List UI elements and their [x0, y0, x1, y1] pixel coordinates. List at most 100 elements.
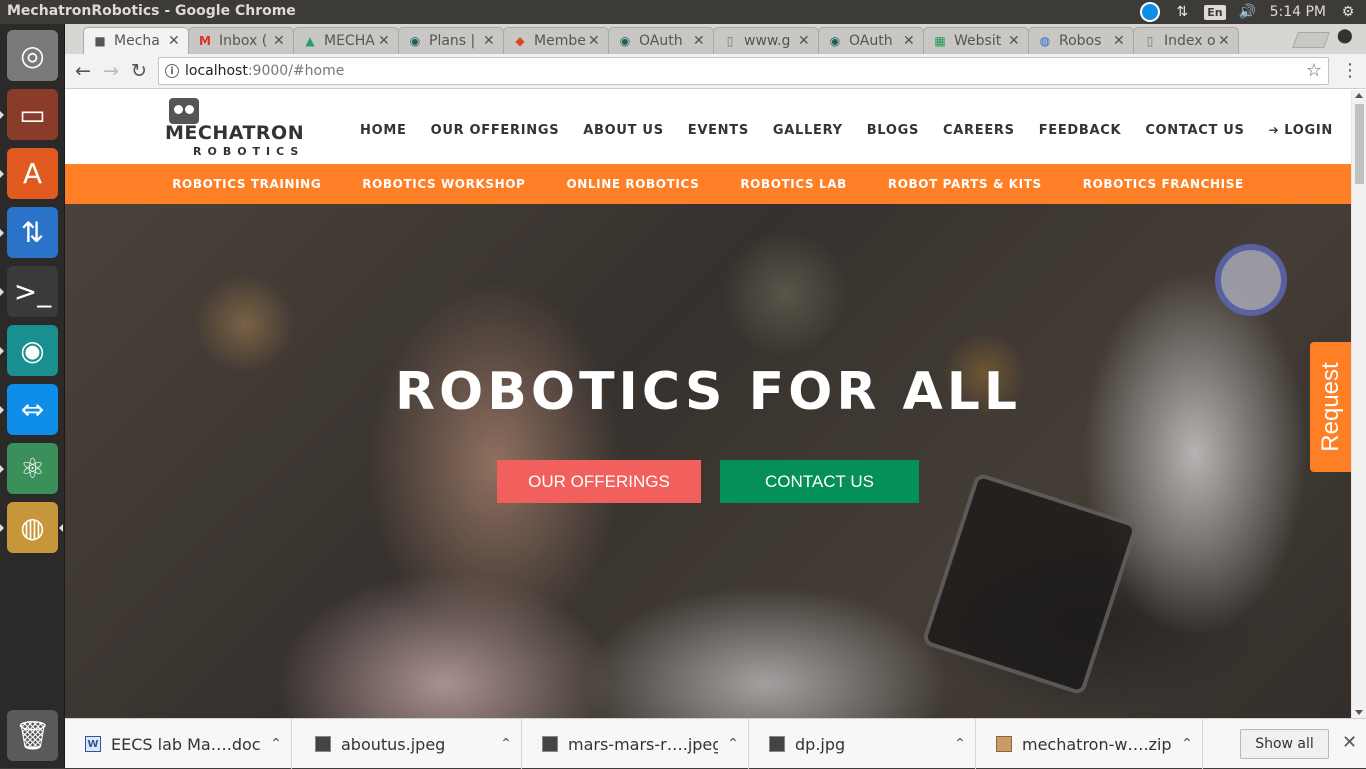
nav-events[interactable]: EVENTS: [688, 123, 749, 138]
browser-tab[interactable]: ▦ Websit ✕: [923, 27, 1029, 54]
teamviewer-tray-icon[interactable]: [1140, 2, 1161, 22]
trash-icon[interactable]: 🗑: [7, 710, 58, 761]
gear-icon[interactable]: ⚙: [1338, 2, 1358, 22]
tab-close-icon[interactable]: ✕: [588, 33, 602, 49]
chevron-up-icon[interactable]: ⌃: [261, 736, 291, 752]
transfer-icon[interactable]: ⇅: [7, 207, 58, 258]
nav-gallery[interactable]: GALLERY: [773, 123, 843, 138]
tab-close-icon[interactable]: ✕: [1008, 33, 1022, 49]
browser-tab[interactable]: ◉ Plans | ✕: [398, 27, 504, 54]
scrollbar-thumb[interactable]: [1355, 104, 1364, 184]
browser-tab[interactable]: ◉ OAuth ✕: [818, 27, 924, 54]
nav-about-us[interactable]: ABOUT US: [583, 123, 664, 138]
logo-word-robotics: ROBOTICS: [193, 145, 305, 158]
browser-tab[interactable]: ▯ Index o ✕: [1133, 27, 1239, 54]
browser-tab[interactable]: ◆ Membe ✕: [503, 27, 609, 54]
contact-us-button[interactable]: CONTACT US: [720, 460, 919, 503]
subnav-online-robotics[interactable]: ONLINE ROBOTICS: [566, 177, 699, 191]
clock[interactable]: 5:14 PM: [1270, 4, 1326, 20]
forward-button[interactable]: →: [99, 59, 123, 83]
download-item[interactable]: dp.jpg ⌃: [749, 719, 976, 769]
download-item[interactable]: aboutus.jpeg ⌃: [295, 719, 522, 769]
nav-our-offerings[interactable]: OUR OFFERINGS: [431, 123, 560, 138]
close-downloads-icon[interactable]: ✕: [1342, 732, 1357, 753]
reload-button[interactable]: ↻: [127, 59, 151, 83]
subnav-robotics-franchise[interactable]: ROBOTICS FRANCHISE: [1083, 177, 1244, 191]
tab-close-icon[interactable]: ✕: [693, 33, 707, 49]
nav-feedback[interactable]: FEEDBACK: [1039, 123, 1122, 138]
tab-close-icon[interactable]: ✕: [168, 33, 182, 49]
browser-tab[interactable]: M Inbox (✕: [188, 27, 294, 54]
launcher-focused-indicator: [59, 524, 63, 532]
our-offerings-button[interactable]: OUR OFFERINGS: [497, 460, 701, 503]
tab-close-icon[interactable]: ✕: [1218, 33, 1232, 49]
tab-close-icon[interactable]: ✕: [378, 33, 392, 49]
tab-favicon-icon: ▦: [934, 34, 946, 48]
subnav-robotics-training[interactable]: ROBOTICS TRAINING: [172, 177, 321, 191]
download-item[interactable]: mars-mars-r….jpeg ⌃: [522, 719, 749, 769]
terminal-icon[interactable]: >_: [7, 266, 58, 317]
chrome-icon[interactable]: ◍: [7, 502, 58, 553]
chrome-profile-icon[interactable]: ⬤: [1337, 28, 1353, 44]
request-tab[interactable]: Request: [1310, 342, 1351, 472]
page-scrollbar[interactable]: [1351, 90, 1366, 718]
nav-home[interactable]: HOME: [360, 123, 407, 138]
new-tab-button[interactable]: [1292, 32, 1330, 48]
tab-close-icon[interactable]: ✕: [273, 33, 287, 49]
bookmark-star-icon[interactable]: ☆: [1306, 60, 1322, 81]
tab-close-icon[interactable]: ✕: [798, 33, 812, 49]
browser-tab[interactable]: ■ Mecha ✕: [83, 27, 189, 54]
browser-tab[interactable]: ▯ www.g ✕: [713, 27, 819, 54]
chevron-up-icon[interactable]: ⌃: [491, 736, 521, 752]
chevron-up-icon[interactable]: ⌃: [1172, 736, 1202, 752]
document-file-icon: W: [85, 736, 101, 752]
tab-label: MECHA: [324, 33, 375, 49]
software-center-icon[interactable]: A: [7, 148, 58, 199]
volume-icon[interactable]: 🔊: [1238, 2, 1258, 22]
subnav-robotics-workshop[interactable]: ROBOTICS WORKSHOP: [362, 177, 525, 191]
ubuntu-dash-icon[interactable]: ◎: [7, 30, 58, 81]
show-all-downloads-button[interactable]: Show all: [1240, 729, 1329, 759]
scroll-up-arrow[interactable]: [1355, 93, 1363, 98]
info-icon[interactable]: i: [165, 64, 179, 78]
tab-label: Mecha: [114, 33, 160, 49]
browser-tab[interactable]: ◍ Robos ✕: [1028, 27, 1134, 54]
network-icon[interactable]: ⇅: [1172, 2, 1192, 22]
chrome-menu-icon[interactable]: ⋮: [1341, 60, 1359, 81]
browser-tab[interactable]: ◉ OAuth ✕: [608, 27, 714, 54]
tab-label: Robos: [1059, 33, 1102, 49]
chevron-up-icon[interactable]: ⌃: [718, 736, 748, 752]
image-file-icon: [315, 736, 331, 752]
files-icon[interactable]: ▭: [7, 89, 58, 140]
atom-icon[interactable]: ⚛: [7, 443, 58, 494]
chrome-window: ■ Mecha ✕ M Inbox (✕ ▲ MECHA ✕ ◉ Plans | ✕ ◆ Membe ✕ ◉…: [65, 24, 1366, 769]
hero-banner: ROBOTICS FOR ALL OUR OFFERINGS CONTACT U…: [65, 204, 1351, 718]
chevron-up-icon[interactable]: ⌃: [945, 736, 975, 752]
url-host: localhost: [185, 63, 248, 79]
request-tab-label: Request: [1316, 362, 1344, 452]
tab-close-icon[interactable]: ✕: [903, 33, 917, 49]
nav-blogs[interactable]: BLOGS: [867, 123, 919, 138]
scroll-down-arrow[interactable]: [1355, 710, 1363, 715]
download-item[interactable]: W EECS lab Ma….doc ⌃: [65, 719, 292, 769]
teamviewer-icon[interactable]: ⇔: [7, 384, 58, 435]
nav-careers[interactable]: CAREERS: [943, 123, 1015, 138]
keyboard-layout-indicator[interactable]: En: [1204, 4, 1226, 20]
tab-close-icon[interactable]: ✕: [1113, 33, 1127, 49]
tab-strip: ■ Mecha ✕ M Inbox (✕ ▲ MECHA ✕ ◉ Plans | ✕ ◆ Membe ✕ ◉…: [65, 24, 1366, 54]
address-bar[interactable]: i localhost:9000/#home ☆: [158, 57, 1329, 85]
download-item[interactable]: mechatron-w….zip ⌃: [976, 719, 1203, 769]
browser-tab[interactable]: ▲ MECHA ✕: [293, 27, 399, 54]
subnav-robot-parts-kits[interactable]: ROBOT PARTS & KITS: [888, 177, 1042, 191]
gitkraken-icon[interactable]: ◉: [7, 325, 58, 376]
download-filename: mechatron-w….zip: [1022, 734, 1172, 754]
tab-favicon-icon: ◆: [515, 34, 525, 48]
ubuntu-dash-icon-glyph: ◎: [20, 38, 45, 72]
back-button[interactable]: ←: [71, 59, 95, 83]
tab-close-icon[interactable]: ✕: [483, 33, 497, 49]
mechatron-logo[interactable]: MECHATRON ROBOTICS: [165, 96, 305, 158]
main-nav: HOME OUR OFFERINGS ABOUT US EVENTS GALLERY BL…: [360, 123, 1351, 138]
nav-contact-us[interactable]: CONTACT US: [1145, 123, 1244, 138]
nav-login[interactable]: LOGIN: [1269, 123, 1333, 138]
subnav-robotics-lab[interactable]: ROBOTICS LAB: [740, 177, 847, 191]
